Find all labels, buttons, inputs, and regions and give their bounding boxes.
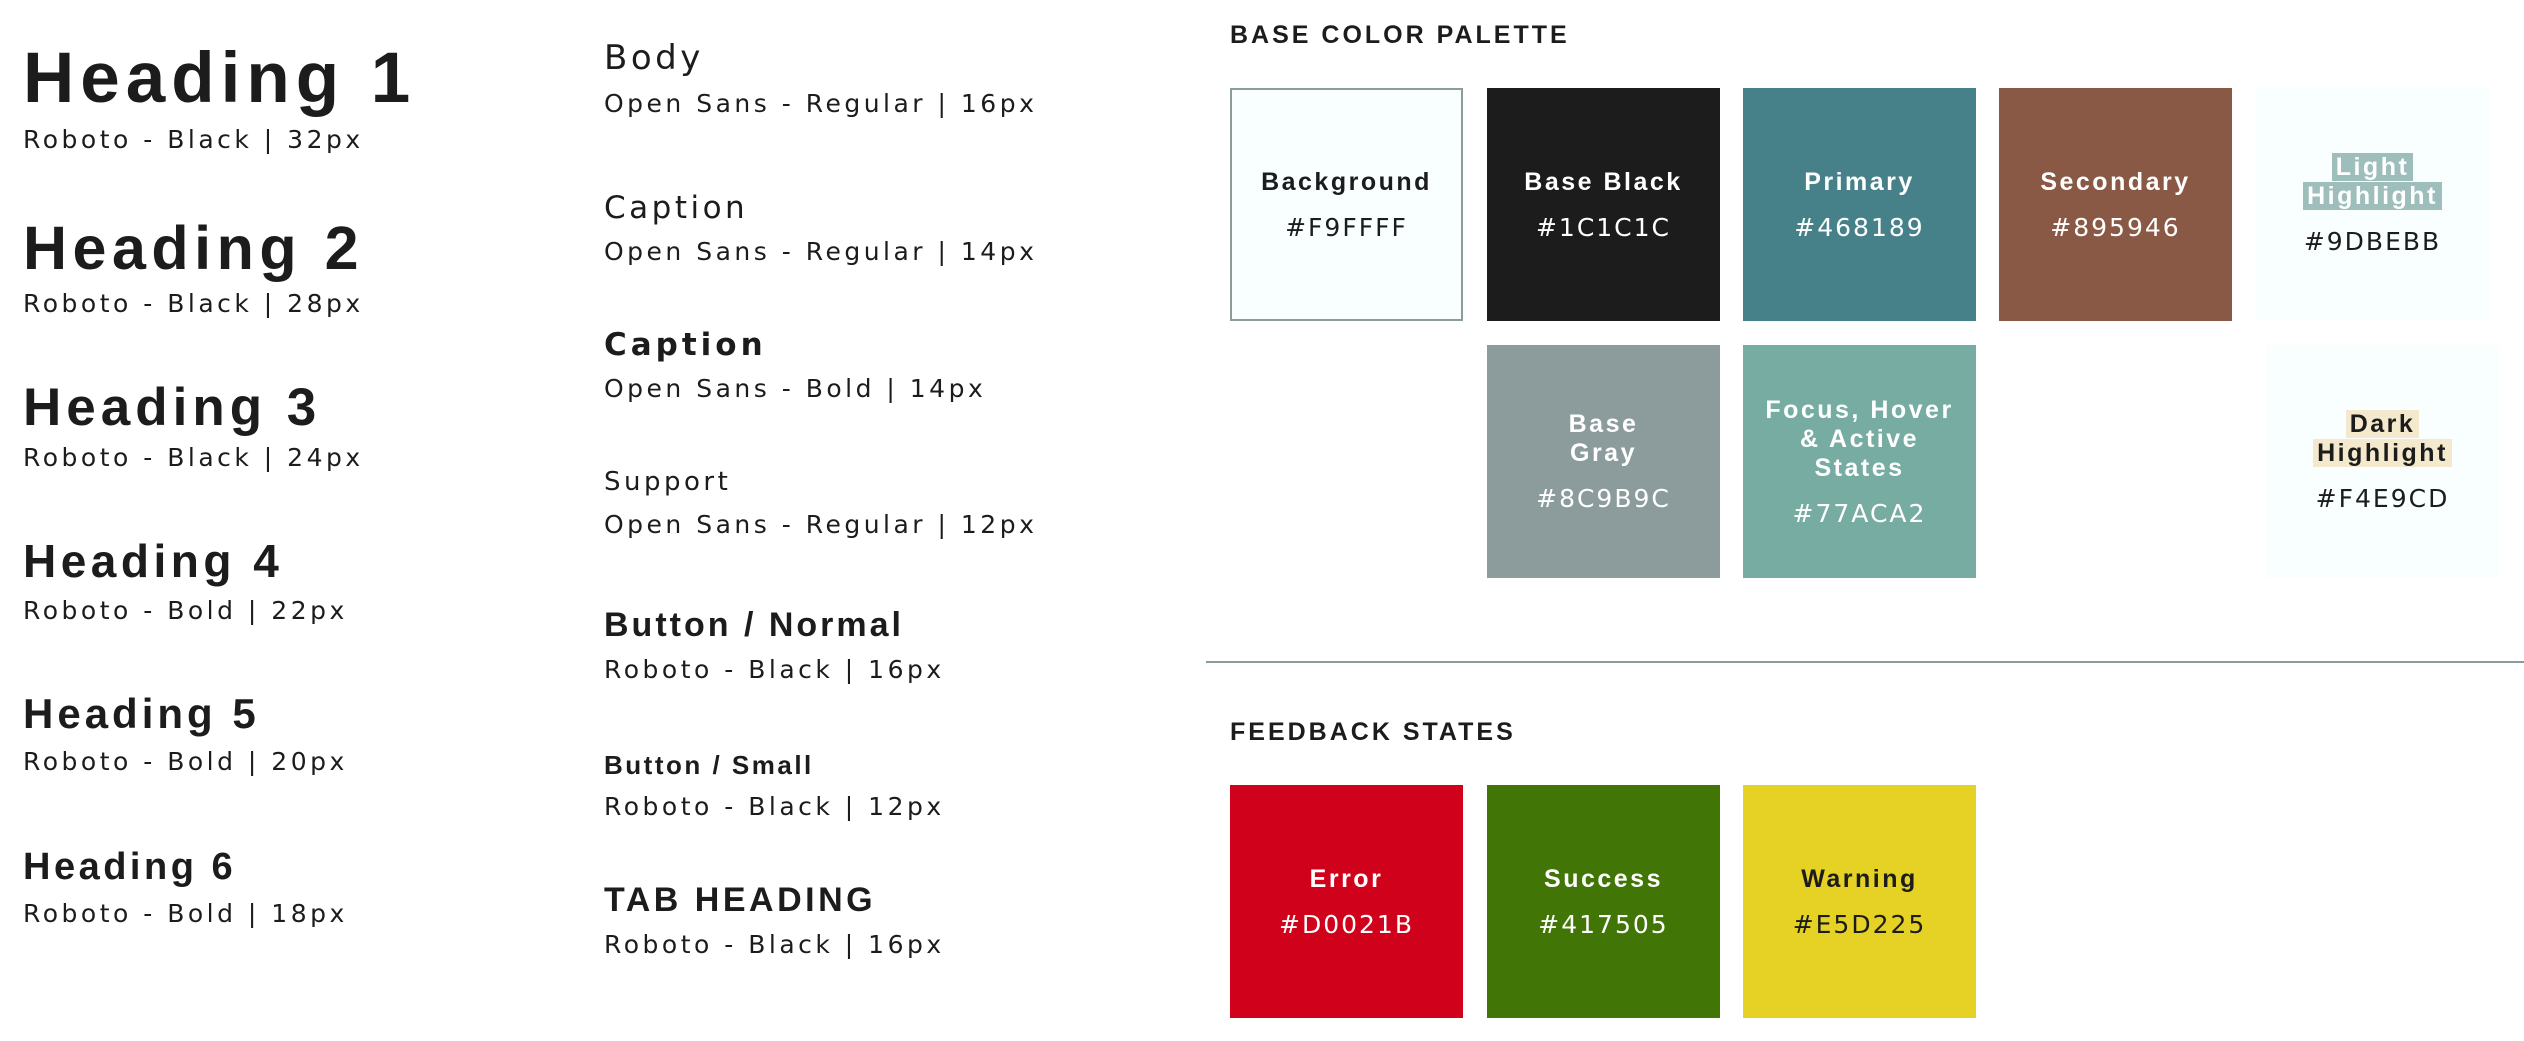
caption-regular-sample: Caption bbox=[604, 190, 749, 226]
swatch-base-gray-name-line2: Gray bbox=[1570, 439, 1637, 467]
heading-1-spec: Roboto - Black | 32px bbox=[23, 125, 364, 154]
swatch-error-name: Error bbox=[1309, 864, 1384, 893]
swatch-base-gray-name: Base Gray bbox=[1569, 410, 1639, 468]
swatch-error-hex: #D0021B bbox=[1279, 909, 1414, 939]
swatch-base-black: Base Black #1C1C1C bbox=[1487, 88, 1720, 321]
heading-6-spec: Roboto - Bold | 18px bbox=[23, 899, 348, 928]
swatch-background-name: Background bbox=[1261, 167, 1432, 196]
swatch-background: Background #F9FFFF bbox=[1230, 88, 1463, 321]
swatch-dark-highlight-name: Dark Highlight bbox=[2313, 410, 2452, 468]
button-normal-spec: Roboto - Black | 16px bbox=[604, 655, 945, 684]
swatch-focus-hover-active: Focus, Hover & Active States #77ACA2 bbox=[1743, 345, 1976, 578]
swatch-dark-highlight-name-line1: Dark bbox=[2345, 410, 2420, 438]
swatch-primary: Primary #468189 bbox=[1743, 88, 1976, 321]
swatch-focus-name-line1: Focus, Hover bbox=[1765, 395, 1954, 424]
section-divider bbox=[1206, 661, 2524, 663]
heading-6-sample: Heading 6 bbox=[23, 846, 237, 888]
swatch-dark-highlight: Dark Highlight #F4E9CD bbox=[2266, 345, 2499, 578]
button-small-sample: Button / Small bbox=[604, 750, 814, 780]
heading-1-sample: Heading 1 bbox=[23, 39, 417, 118]
heading-3-spec: Roboto - Black | 24px bbox=[23, 443, 364, 472]
swatch-success: Success #417505 bbox=[1487, 785, 1720, 1018]
palette-title: BASE COLOR PALETTE bbox=[1230, 21, 1570, 49]
swatch-light-highlight: Light Highlight #9DBEBB bbox=[2256, 88, 2489, 321]
body-spec: Open Sans - Regular | 16px bbox=[604, 89, 1038, 118]
caption-bold-sample: Caption bbox=[604, 327, 767, 363]
swatch-light-highlight-name-line1: Light bbox=[2331, 153, 2414, 181]
swatch-base-gray: Base Gray #8C9B9C bbox=[1487, 345, 1720, 578]
caption-bold-spec: Open Sans - Bold | 14px bbox=[604, 374, 987, 403]
swatch-light-highlight-hex: #9DBEBB bbox=[2303, 227, 2442, 256]
heading-3-sample: Heading 3 bbox=[23, 378, 322, 437]
swatch-focus-hover-active-hex: #77ACA2 bbox=[1792, 498, 1927, 528]
feedback-title: FEEDBACK STATES bbox=[1230, 718, 1516, 746]
support-sample: Support bbox=[604, 467, 732, 497]
swatch-base-black-name: Base Black bbox=[1524, 167, 1683, 196]
swatch-secondary-name: Secondary bbox=[2040, 167, 2191, 196]
swatch-secondary: Secondary #895946 bbox=[1999, 88, 2232, 321]
swatch-warning-hex: #E5D225 bbox=[1792, 909, 1927, 939]
body-sample: Body bbox=[604, 38, 704, 78]
swatch-success-hex: #417505 bbox=[1538, 909, 1669, 939]
support-spec: Open Sans - Regular | 12px bbox=[604, 510, 1038, 539]
heading-5-spec: Roboto - Bold | 20px bbox=[23, 747, 348, 776]
button-small-spec: Roboto - Black | 12px bbox=[604, 792, 945, 821]
heading-4-sample: Heading 4 bbox=[23, 535, 284, 587]
heading-2-sample: Heading 2 bbox=[23, 214, 365, 282]
swatch-error: Error #D0021B bbox=[1230, 785, 1463, 1018]
swatch-base-black-hex: #1C1C1C bbox=[1535, 212, 1672, 242]
swatch-warning-name: Warning bbox=[1801, 864, 1918, 893]
swatch-background-hex: #F9FFFF bbox=[1285, 212, 1408, 242]
heading-2-spec: Roboto - Black | 28px bbox=[23, 289, 364, 318]
swatch-focus-name-line3: States bbox=[1814, 453, 1905, 482]
swatch-dark-highlight-name-line2: Highlight bbox=[2313, 439, 2452, 467]
swatch-success-name: Success bbox=[1544, 864, 1663, 893]
swatch-light-highlight-name-line2: Highlight bbox=[2303, 182, 2442, 210]
button-normal-sample: Button / Normal bbox=[604, 606, 904, 644]
swatch-base-gray-hex: #8C9B9C bbox=[1536, 484, 1671, 513]
heading-5-sample: Heading 5 bbox=[23, 690, 260, 737]
caption-regular-spec: Open Sans - Regular | 14px bbox=[604, 237, 1038, 266]
swatch-base-gray-name-line1: Base bbox=[1568, 410, 1639, 438]
tab-heading-sample: TAB HEADING bbox=[604, 881, 877, 919]
swatch-focus-name-line2: & Active bbox=[1799, 424, 1920, 453]
tab-heading-spec: Roboto - Black | 16px bbox=[604, 930, 945, 959]
swatch-warning: Warning #E5D225 bbox=[1743, 785, 1976, 1018]
swatch-light-highlight-name: Light Highlight bbox=[2303, 153, 2442, 211]
swatch-primary-hex: #468189 bbox=[1794, 212, 1925, 242]
swatch-secondary-hex: #895946 bbox=[2050, 212, 2181, 242]
heading-4-spec: Roboto - Bold | 22px bbox=[23, 596, 348, 625]
swatch-primary-name: Primary bbox=[1804, 167, 1915, 196]
swatch-focus-hover-active-name: Focus, Hover & Active States bbox=[1765, 396, 1953, 483]
swatch-dark-highlight-hex: #F4E9CD bbox=[2315, 484, 2450, 513]
